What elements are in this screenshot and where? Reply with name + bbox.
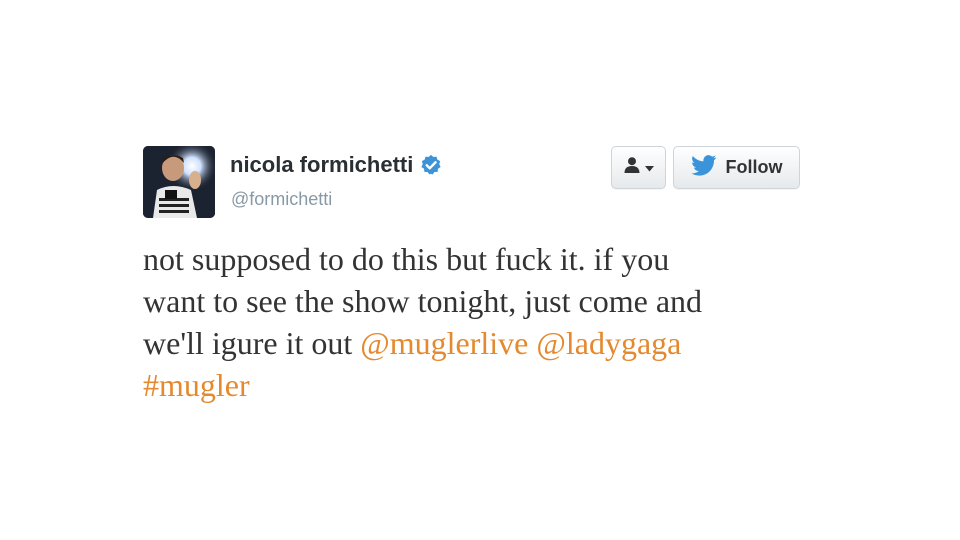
mention-muglerlive[interactable]: @muglerlive (360, 325, 528, 361)
tweet-text-line-3: we'll igure it out (143, 325, 361, 361)
name-row: nicola formichetti (230, 152, 442, 178)
follow-label: Follow (725, 157, 783, 177)
avatar-photo (143, 146, 215, 218)
user-handle[interactable]: @formichetti (231, 189, 332, 210)
twitter-bird-icon (690, 154, 717, 181)
verified-badge-icon (420, 154, 442, 176)
caret-down-icon (645, 159, 654, 177)
avatar[interactable] (143, 146, 215, 218)
display-name[interactable]: nicola formichetti (230, 152, 413, 178)
user-silhouette-icon (623, 156, 641, 179)
mention-ladygaga[interactable]: @ladygaga (536, 325, 681, 361)
user-actions-dropdown-button[interactable] (611, 146, 666, 189)
tweet-text: not supposed to do this but fuck it. if … (143, 238, 823, 406)
tweet-card: nicola formichetti @formichetti Follow n… (0, 0, 960, 540)
tweet-text-line-2: want to see the show tonight, just come … (143, 283, 703, 319)
follow-button[interactable]: Follow (673, 146, 800, 189)
tweet-text-line-1: not supposed to do this but fuck it. if … (143, 241, 670, 277)
hashtag-mugler[interactable]: #mugler (143, 367, 250, 403)
